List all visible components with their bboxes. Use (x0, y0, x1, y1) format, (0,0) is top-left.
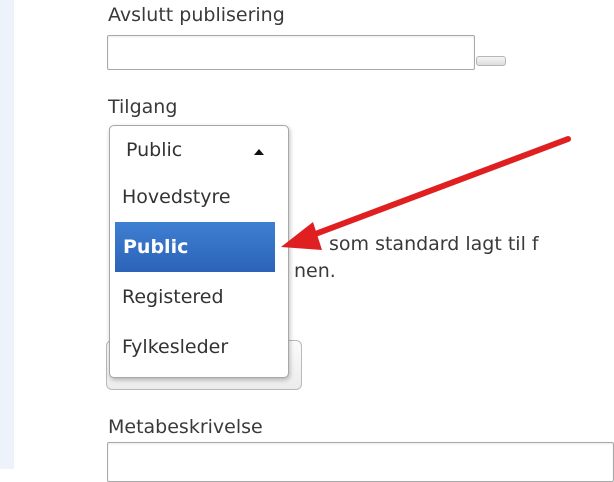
access-option-registered[interactable]: Registered (110, 272, 288, 322)
calendar-button[interactable] (476, 56, 506, 66)
access-option-hovedstyre[interactable]: Hovedstyre (110, 172, 288, 222)
page-left-margin (0, 0, 14, 469)
caret-up-icon (254, 149, 264, 155)
meta-description-input[interactable] (107, 442, 614, 482)
access-option-public[interactable]: Public (115, 222, 275, 272)
access-label: Tilgang (108, 96, 178, 118)
access-option-fylkesleder[interactable]: Fylkesleder (110, 322, 288, 372)
arrow-shaft (307, 136, 571, 239)
access-select-value: Public (126, 139, 183, 161)
access-help-text-line1: som standard lagt til f (329, 233, 539, 255)
access-help-text-line2: nen. (294, 260, 336, 282)
meta-description-label: Metabeskrivelse (108, 416, 263, 438)
access-dropdown[interactable]: Public Hovedstyre Public Registered Fylk… (109, 125, 289, 378)
end-publishing-label: Avslutt publisering (108, 4, 285, 26)
end-publishing-input[interactable] (107, 35, 475, 70)
access-select-current[interactable]: Public (110, 126, 288, 172)
